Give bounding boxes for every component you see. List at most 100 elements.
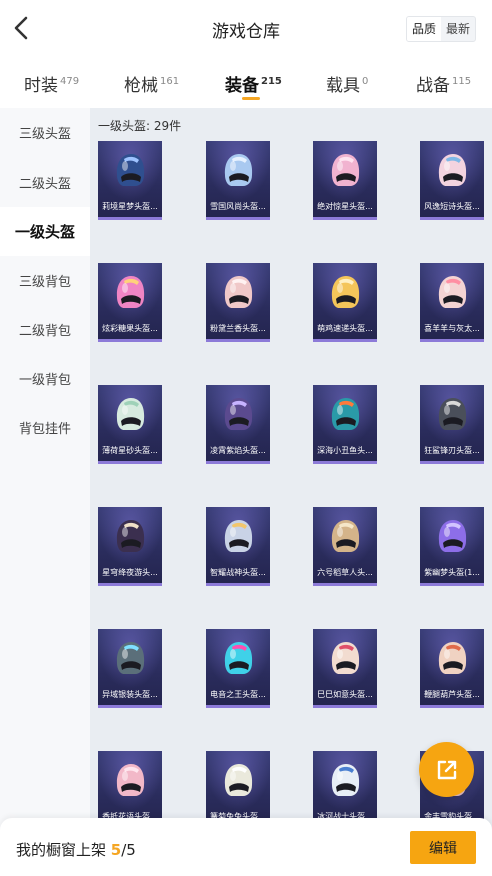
helmet-item-card[interactable]: 深海小丑鱼头...	[313, 385, 377, 464]
shelf-status: 我的橱窗上架 5/5	[16, 839, 136, 860]
tab-fashion[interactable]: 时装 479	[24, 71, 79, 96]
helmet-icon	[331, 398, 360, 430]
helmet-item-name: 炫彩糖果头盔...	[102, 324, 158, 333]
helmet-item-card[interactable]: 莉境星梦头盔...	[98, 141, 162, 220]
helmet-icon	[116, 276, 145, 308]
helmet-item-name: 凌霄紫焰头盔...	[210, 446, 266, 455]
helmet-item-card[interactable]: 星穹绛夜游头...	[98, 507, 162, 586]
tab-vehicles[interactable]: 载具 0	[326, 71, 368, 96]
helmet-icon	[438, 276, 467, 308]
helmet-icon	[438, 154, 467, 186]
helmet-item-card[interactable]: 粉黛兰香头盔...	[206, 263, 270, 342]
helmet-icon	[331, 276, 360, 308]
sort-toggle: 品质 最新	[405, 16, 476, 42]
active-tab-indicator	[242, 97, 260, 100]
tab-label: 载具	[326, 76, 360, 96]
helmet-item-card[interactable]: 薄荷星砂头盔...	[98, 385, 162, 464]
shelf-current-count: 5	[110, 841, 122, 859]
tab-guns[interactable]: 枪械 161	[124, 71, 179, 96]
shelf-total-count: /5	[121, 841, 136, 859]
tab-label: 装备	[225, 76, 259, 96]
helmet-icon	[438, 398, 467, 430]
helmet-item-card[interactable]: 六号稻草人头...	[313, 507, 377, 586]
edit-button[interactable]: 编辑	[410, 831, 476, 864]
helmet-item-name: 风逸短诗头盔...	[424, 202, 480, 211]
helmet-item-card[interactable]: 绝对惊星头盔...	[313, 141, 377, 220]
helmet-item-card[interactable]: 紫幽梦头盔(1...	[420, 507, 484, 586]
helmet-item-card[interactable]: 智耀战神头盔...	[206, 507, 270, 586]
share-button[interactable]	[419, 742, 474, 797]
sidebar-item-level3-backpack[interactable]: 三级背包	[0, 256, 90, 305]
shelf-label: 我的橱窗上架	[16, 841, 107, 859]
tab-label: 战备	[416, 76, 450, 96]
helmet-icon	[224, 154, 253, 186]
helmet-item-name: 电音之王头盔...	[210, 690, 266, 699]
tab-count: 479	[60, 76, 80, 88]
helmet-icon	[438, 642, 467, 674]
helmet-icon	[224, 642, 253, 674]
warehouse-screen: 游戏仓库 品质 最新 时装 479 枪械 161 装备 215 载具 0 战备 115 三…	[0, 0, 492, 876]
item-count-label: 一级头盔: 29件	[98, 119, 182, 133]
helmet-item-name: 喜羊羊与灰太...	[424, 324, 480, 333]
helmet-icon	[116, 520, 145, 552]
helmet-item-name: 萌鸡速递头盔...	[317, 324, 373, 333]
helmet-item-name: 薄荷星砂头盔...	[102, 446, 158, 455]
helmet-icon	[116, 398, 145, 430]
helmet-item-name: 深海小丑鱼头...	[317, 446, 373, 455]
helmet-item-name: 粉黛兰香头盔...	[210, 324, 266, 333]
helmet-item-name: 紫幽梦头盔(1...	[424, 568, 480, 577]
helmet-icon	[116, 764, 145, 796]
tab-count: 215	[261, 76, 282, 88]
helmet-item-card[interactable]: 萌鸡速递头盔...	[313, 263, 377, 342]
tab-label: 枪械	[124, 76, 158, 96]
helmet-icon	[331, 520, 360, 552]
helmet-item-name: 雪国风尚头盔...	[210, 202, 266, 211]
helmet-item-name: 鞭腿葫芦头盔...	[424, 690, 480, 699]
helmet-item-name: 智耀战神头盔...	[210, 568, 266, 577]
tab-count: 161	[160, 76, 180, 88]
helmet-icon	[438, 520, 467, 552]
helmet-item-card[interactable]: 电音之王头盔...	[206, 629, 270, 708]
helmet-icon	[331, 642, 360, 674]
helmet-item-card[interactable]: 雪国风尚头盔...	[206, 141, 270, 220]
sidebar-item-level3-helmet[interactable]: 三级头盔	[0, 108, 90, 157]
helmet-item-card[interactable]: 炫彩糖果头盔...	[98, 263, 162, 342]
sort-latest-button[interactable]: 最新	[441, 17, 475, 41]
helmet-item-name: 巳巳如意头盔...	[317, 690, 373, 699]
tab-equipment[interactable]: 装备 215	[225, 71, 282, 96]
helmet-icon	[331, 154, 360, 186]
helmet-item-card[interactable]: 凌霄紫焰头盔...	[206, 385, 270, 464]
helmet-item-card[interactable]: 鞭腿葫芦头盔...	[420, 629, 484, 708]
tab-count: 0	[362, 76, 369, 88]
sidebar-item-backpack-charm[interactable]: 背包挂件	[0, 403, 90, 452]
helmet-item-name: 异域银装头盔...	[102, 690, 158, 699]
helmet-item-card[interactable]: 喜羊羊与灰太...	[420, 263, 484, 342]
helmet-item-name: 狂鲨锋刃头盔...	[424, 446, 480, 455]
sort-quality-button[interactable]: 品质	[406, 17, 441, 41]
helmet-item-card[interactable]: 狂鲨锋刃头盔...	[420, 385, 484, 464]
helmet-icon	[224, 520, 253, 552]
tab-supplies[interactable]: 战备 115	[416, 71, 471, 96]
helmet-icon	[224, 764, 253, 796]
helmet-icon	[224, 398, 253, 430]
sidebar-item-level2-backpack[interactable]: 二级背包	[0, 305, 90, 354]
helmet-item-card[interactable]: 巳巳如意头盔...	[313, 629, 377, 708]
helmet-item-name: 星穹绛夜游头...	[102, 568, 158, 577]
helmet-item-name: 莉境星梦头盔...	[102, 202, 158, 211]
header: 游戏仓库 品质 最新	[0, 0, 492, 58]
tab-count: 115	[452, 76, 472, 88]
helmet-item-name: 六号稻草人头...	[317, 568, 373, 577]
helmet-item-name: 绝对惊星头盔...	[317, 202, 373, 211]
external-link-icon	[437, 760, 456, 779]
helmet-icon	[116, 642, 145, 674]
tab-label: 时装	[24, 76, 58, 96]
category-tabs: 时装 479 枪械 161 装备 215 载具 0 战备 115	[0, 58, 492, 108]
sidebar-item-level1-helmet[interactable]: 一级头盔	[0, 207, 90, 256]
helmet-icon	[331, 764, 360, 796]
sidebar-item-level1-backpack[interactable]: 一级背包	[0, 354, 90, 403]
helmet-item-card[interactable]: 风逸短诗头盔...	[420, 141, 484, 220]
sidebar-item-level2-helmet[interactable]: 二级头盔	[0, 158, 90, 207]
helmet-item-card[interactable]: 异域银装头盔...	[98, 629, 162, 708]
helmet-icon	[116, 154, 145, 186]
helmet-icon	[224, 276, 253, 308]
